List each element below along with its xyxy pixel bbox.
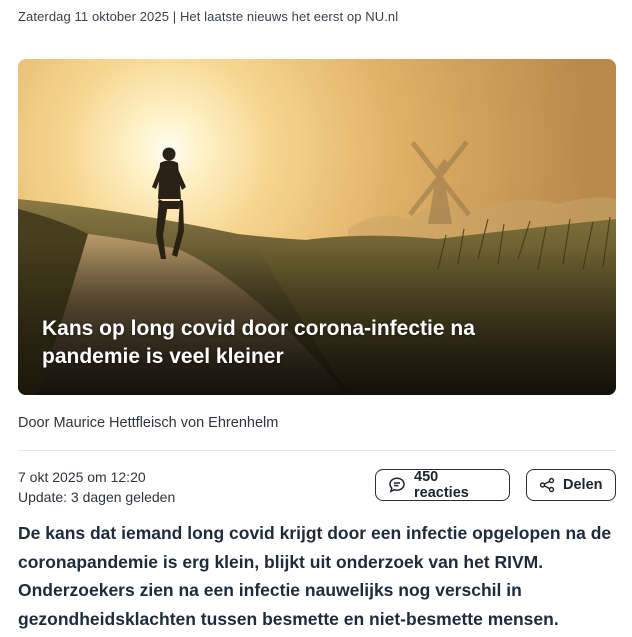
article-title[interactable]: Kans op long covid door corona-infectie … bbox=[42, 315, 562, 371]
date-tagline: Zaterdag 11 oktober 2025 | Het laatste n… bbox=[18, 9, 399, 24]
speech-bubble-icon bbox=[388, 476, 406, 494]
reactions-button[interactable]: 450 reacties bbox=[375, 469, 510, 501]
article-byline: Door Maurice Hettfleisch von Ehrenhelm bbox=[18, 415, 279, 431]
published-date: 7 okt 2025 om 12:20 bbox=[18, 469, 146, 485]
article-lead: De kans dat iemand long covid krijgt doo… bbox=[18, 523, 612, 629]
updated-time: Update: 3 dagen geleden bbox=[18, 489, 176, 505]
share-button[interactable]: Delen bbox=[526, 469, 616, 501]
share-label: Delen bbox=[563, 477, 603, 493]
share-icon bbox=[539, 477, 555, 493]
meta-divider bbox=[18, 450, 616, 451]
reactions-label: 450 reacties bbox=[414, 469, 469, 501]
article-meta: 7 okt 2025 om 12:20 Update: 3 dagen gele… bbox=[18, 467, 175, 507]
hero-image[interactable]: Kans op long covid door corona-infectie … bbox=[18, 59, 616, 395]
